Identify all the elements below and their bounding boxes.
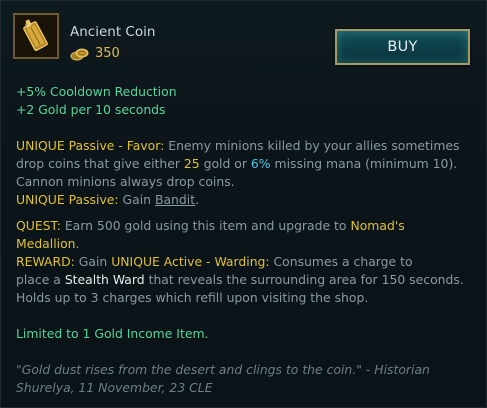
reward-line-1: REWARD: Gain UNIQUE Active - Warding: Co… [16,253,476,271]
passive-favor-line-1: UNIQUE Passive - Favor: Enemy minions ki… [16,137,476,155]
flavor-text-line-2: Shurelya, 11 November, 23 CLE [16,380,213,395]
reward-tag: REWARD: [16,254,75,269]
quest-tag: QUEST: [16,218,61,233]
passive-bandit-text: Gain [118,192,155,207]
passive-favor-text-2: drop coins that give either [16,156,184,171]
stealth-ward-label: Stealth Ward [64,272,145,287]
passive-bandit-line: UNIQUE Passive: Gain Bandit. [16,191,476,209]
passive-favor-tag: UNIQUE Passive - Favor: [16,138,165,153]
quest-target: Nomad's [350,218,405,233]
reward-text-1: Gain [74,254,112,269]
item-cost: 350 [95,46,120,61]
buy-button[interactable]: BUY [335,29,470,65]
limit-text: Limited to 1 Gold Income Item. [16,326,209,341]
tooltip-header: Ancient Coin 350 BUY [1,1,486,77]
passive-favor-line-2: drop coins that give either 25 gold or 6… [16,155,476,173]
tooltip-description: +5% Cooldown Reduction +2 Gold per 10 se… [16,83,476,397]
reward-text-2: Consumes a charge to [269,254,413,269]
ancient-coin-icon [13,13,59,59]
reward-line-3: Holds up to 3 charges which refill upon … [16,290,369,305]
item-cost-row: 350 [70,45,120,63]
reward-text-4: that reveals the surrounding area for 15… [144,272,464,287]
passive-favor-line-3: Cannon minions always drop coins. [16,174,235,189]
quest-line-1: QUEST: Earn 500 gold using this item and… [16,217,476,235]
passive-bandit-end: . [195,192,200,207]
reward-text-3: place a [16,272,65,287]
flavor-text-line-1: "Gold dust rises from the desert and cli… [16,362,430,377]
bandit-link[interactable]: Bandit [155,192,195,207]
reward-active-tag: UNIQUE Active - Warding: [111,254,270,269]
passive-favor-text-3: gold or [199,156,251,171]
quest-target-2: Medallion [16,236,76,251]
passive-favor-text-4: missing mana (minimum 10). [270,156,458,171]
item-tooltip: Ancient Coin 350 BUY +5% Cooldown Reduct… [0,0,487,408]
passive-favor-text-1: Enemy minions killed by your allies some… [164,138,460,153]
mana-percent-value: 6% [250,156,271,171]
gold-coins-icon [70,48,89,61]
passive-bandit-tag: UNIQUE Passive: [16,192,119,207]
quest-text: Earn 500 gold using this item and upgrad… [60,218,351,233]
quest-line-2: Medallion. [16,235,476,253]
stat-gold-per-10: +2 Gold per 10 seconds [16,102,166,117]
gold-amount-value: 25 [183,156,200,171]
stat-cooldown-reduction: +5% Cooldown Reduction [16,84,177,99]
reward-line-2: place a Stealth Ward that reveals the su… [16,271,476,289]
quest-end: . [75,236,80,251]
item-name: Ancient Coin [70,24,156,40]
